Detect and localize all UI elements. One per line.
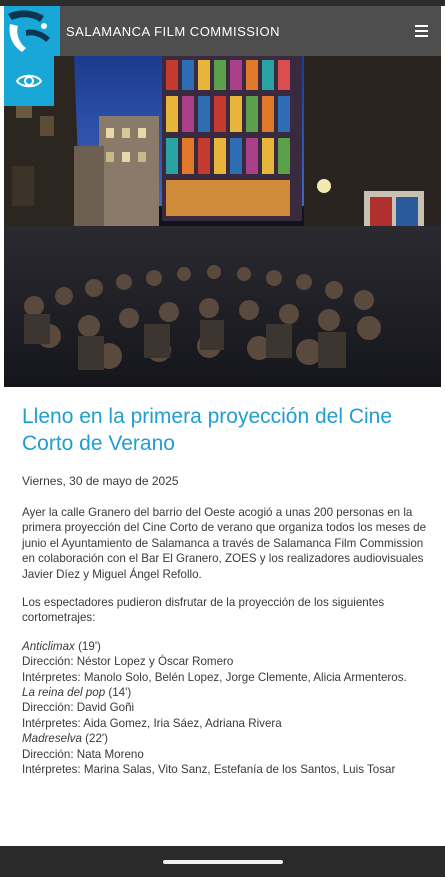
site-header: SALAMANCA FILM COMMISSION [4, 6, 441, 56]
film-heading: Anticlimax (19') [22, 639, 427, 654]
film-cast: Intérpretes: Marina Salas, Vito Sanz, Es… [22, 763, 396, 777]
film-duration: (22') [81, 732, 108, 746]
film-duration: (19') [74, 639, 101, 653]
film-heading: La reina del pop (14') [22, 685, 427, 700]
film-direction: Dirección: Nata Moreno [22, 747, 144, 761]
article-date: Viernes, 30 de mayo de 2025 [22, 474, 179, 488]
system-nav-bar [0, 846, 445, 877]
article-paragraph: Los espectadores pudieron disfrutar de l… [22, 596, 385, 625]
site-title[interactable]: SALAMANCA FILM COMMISSION [66, 24, 401, 39]
article-title: Lleno en la primera proyección del Cine … [22, 405, 393, 455]
article: Lleno en la primera proyección del Cine … [22, 403, 427, 778]
eye-icon [16, 74, 42, 88]
accessibility-button[interactable] [4, 56, 54, 106]
home-gesture-pill[interactable] [162, 859, 283, 864]
hero-photo [4, 56, 441, 387]
film-duration: (14') [105, 686, 132, 700]
film-heading: Madreselva (22') [22, 731, 427, 746]
film-cast: Intérpretes: Aida Gomez, Iria Sáez, Adri… [22, 716, 282, 730]
film-direction: Dirección: David Goñi [22, 701, 135, 715]
film-list: Anticlimax (19') Dirección: Néstor Lopez… [22, 639, 427, 778]
film-cast: Intérpretes: Manolo Solo, Belén Lopez, J… [22, 670, 407, 684]
article-paragraph: Ayer la calle Granero del barrio del Oes… [22, 506, 427, 581]
film-direction: Dirección: Néstor Lopez y Óscar Romero [22, 655, 234, 669]
film-title: La reina del pop [22, 686, 106, 700]
film-title: Madreselva [22, 732, 82, 746]
film-commission-logo[interactable] [4, 6, 60, 56]
hamburger-menu-icon[interactable] [401, 6, 441, 56]
film-title: Anticlimax [22, 639, 75, 653]
